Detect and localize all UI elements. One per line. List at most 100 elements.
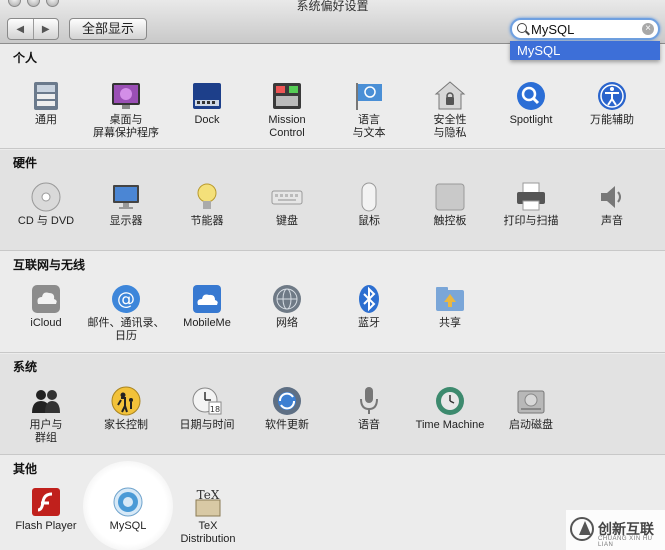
pane-cd-dvd[interactable]: CD 与 DVD <box>6 181 86 228</box>
pane-label: 启动磁盘 <box>509 419 553 431</box>
pane-label: 万能辅助 <box>590 114 634 126</box>
cd-dvd-icon <box>30 181 62 213</box>
pane-label: MobileMe <box>183 317 231 329</box>
accessibility-icon <box>596 80 628 112</box>
date-time-icon: 18 <box>191 385 223 417</box>
pane-flash-player[interactable]: Flash Player <box>6 486 86 533</box>
keyboard-icon <box>271 181 303 213</box>
section-title: 系统 <box>13 360 38 374</box>
pane-label: 网络 <box>276 317 298 329</box>
pane-displays[interactable]: 显示器 <box>86 181 166 228</box>
section-title: 个人 <box>13 51 38 65</box>
pane-label: 触控板 <box>433 215 467 227</box>
pane-date-time[interactable]: 18 日期与时间 <box>167 385 247 432</box>
language-text-icon <box>353 80 385 112</box>
section-personal: 个人 通用 桌面与 屏幕保护程序 Dock Mission Control 语言… <box>0 45 665 149</box>
pane-users-groups[interactable]: 用户与 群组 <box>6 385 86 445</box>
startup-disk-icon <box>515 385 547 417</box>
pane-label: 键盘 <box>276 215 298 227</box>
pane-sharing[interactable]: 共享 <box>410 283 490 330</box>
mobileme-icon <box>191 283 223 315</box>
pane-mysql[interactable]: MySQL <box>88 486 168 533</box>
flash-player-icon <box>30 486 62 518</box>
pane-label: 用户与 群组 <box>29 419 63 444</box>
pane-label: MySQL <box>109 520 147 532</box>
svg-text:18: 18 <box>210 405 220 414</box>
pane-sound[interactable]: 声音 <box>572 181 652 228</box>
pane-language-text[interactable]: 语言 与文本 <box>329 80 409 140</box>
pane-mobileme[interactable]: MobileMe <box>167 283 247 330</box>
pane-label: Spotlight <box>509 114 553 126</box>
pane-spotlight[interactable]: Spotlight <box>491 80 571 127</box>
pane-label: Time Machine <box>415 419 485 431</box>
pane-general[interactable]: 通用 <box>6 80 86 127</box>
pane-label: Mission Control <box>268 114 306 139</box>
search-result-item[interactable]: MySQL <box>510 41 660 60</box>
network-icon <box>271 283 303 315</box>
pane-mail-contacts-calendars[interactable]: @ 邮件、通讯录、 日历 <box>86 283 166 343</box>
pane-label: CD 与 DVD <box>17 215 75 227</box>
pane-label: 语言 与文本 <box>352 114 386 139</box>
trackpad-icon <box>434 181 466 213</box>
bluetooth-icon <box>353 283 385 315</box>
mission-control-icon <box>271 80 303 112</box>
users-groups-icon <box>30 385 62 417</box>
pane-label: 软件更新 <box>265 419 309 431</box>
pane-startup-disk[interactable]: 启动磁盘 <box>491 385 571 432</box>
pane-energy-saver[interactable]: 节能器 <box>167 181 247 228</box>
pane-dock[interactable]: Dock <box>167 80 247 127</box>
mail-contacts-calendars-icon: @ <box>110 283 142 315</box>
desktop-screensaver-icon <box>110 80 142 112</box>
window-title: 系统偏好设置 <box>296 0 369 13</box>
pane-security-privacy[interactable]: 安全性 与隐私 <box>410 80 490 140</box>
pane-icloud[interactable]: iCloud <box>6 283 86 330</box>
search-input[interactable] <box>531 21 641 37</box>
svg-text:TeX: TeX <box>197 488 220 502</box>
pane-mission-control[interactable]: Mission Control <box>247 80 327 140</box>
section-system: 系统 用户与 群组 家长控制 18 日期与时间 软件更新 语音 Time Mac… <box>0 354 665 455</box>
pane-label: 桌面与 屏幕保护程序 <box>93 114 159 139</box>
general-icon <box>30 80 62 112</box>
dock-icon <box>191 80 223 112</box>
pane-label: 打印与扫描 <box>503 215 559 227</box>
icloud-icon <box>30 283 62 315</box>
pane-label: 语音 <box>358 419 380 431</box>
pane-label: Dock <box>194 114 220 126</box>
mysql-icon <box>112 486 144 518</box>
clear-search-icon[interactable]: × <box>642 23 654 35</box>
watermark-subtext: CHUANG XIN HU LIAN <box>598 536 653 548</box>
pane-network[interactable]: 网络 <box>247 283 327 330</box>
pane-desktop-screensaver[interactable]: 桌面与 屏幕保护程序 <box>86 80 166 140</box>
pane-bluetooth[interactable]: 蓝牙 <box>329 283 409 330</box>
back-button[interactable]: ◀ <box>8 19 33 39</box>
forward-button[interactable]: ▶ <box>32 19 59 39</box>
pane-label: 通用 <box>35 114 57 126</box>
pane-label: Flash Player <box>15 520 77 532</box>
pane-label: 日期与时间 <box>179 419 235 431</box>
mouse-icon <box>353 181 385 213</box>
pane-speech[interactable]: 语音 <box>329 385 409 432</box>
search-icon <box>517 23 527 33</box>
spotlight-icon <box>515 80 547 112</box>
section-title: 其他 <box>13 462 38 476</box>
displays-icon <box>110 181 142 213</box>
pane-print-scan[interactable]: 打印与扫描 <box>491 181 571 228</box>
show-all-button[interactable]: 全部显示 <box>69 18 147 40</box>
print-scan-icon <box>515 181 547 213</box>
tex-distribution-icon: TeX <box>192 486 224 518</box>
pane-time-machine[interactable]: Time Machine <box>410 385 490 432</box>
speech-icon <box>353 385 385 417</box>
pane-label: 共享 <box>439 317 461 329</box>
pane-mouse[interactable]: 鼠标 <box>329 181 409 228</box>
sound-icon <box>596 181 628 213</box>
pane-software-update[interactable]: 软件更新 <box>247 385 327 432</box>
pane-parental-controls[interactable]: 家长控制 <box>86 385 166 432</box>
svg-text:@: @ <box>117 289 135 310</box>
search-field[interactable]: × <box>510 18 660 40</box>
pane-keyboard[interactable]: 键盘 <box>247 181 327 228</box>
pane-accessibility[interactable]: 万能辅助 <box>572 80 652 127</box>
software-update-icon <box>271 385 303 417</box>
pane-label: 蓝牙 <box>358 317 380 329</box>
pane-trackpad[interactable]: 触控板 <box>410 181 490 228</box>
pane-tex-distribution[interactable]: TeX TeX Distribution <box>168 486 248 546</box>
